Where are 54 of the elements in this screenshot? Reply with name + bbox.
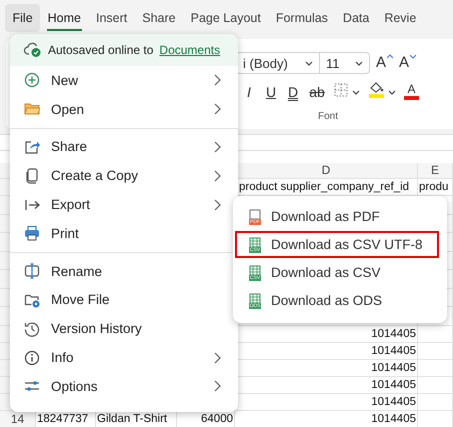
- printer-icon: [24, 225, 40, 242]
- ribbon-tab[interactable]: Formulas: [268, 4, 336, 32]
- menu-item[interactable]: Create a Copy: [10, 161, 232, 190]
- table-cell: [418, 342, 453, 360]
- menu-item[interactable]: Share: [10, 132, 232, 162]
- menu-item[interactable]: Info: [10, 343, 232, 372]
- italic-button[interactable]: I: [242, 83, 256, 101]
- table-cell: 1014405: [235, 410, 418, 427]
- chevron-down-icon: [388, 88, 396, 96]
- menu-item[interactable]: Open: [10, 94, 232, 124]
- table-cell: [418, 326, 453, 343]
- caret-down-icon: [410, 54, 416, 59]
- menu-item[interactable]: Options: [10, 372, 232, 401]
- ribbon-tab[interactable]: Home: [40, 4, 88, 32]
- status-text: Autosaved online to: [48, 43, 154, 57]
- table-cell: [418, 376, 453, 394]
- shrink-font-button[interactable]: A: [399, 54, 416, 72]
- strikethrough-button[interactable]: ab: [308, 83, 326, 101]
- menu-item[interactable]: Export: [10, 190, 232, 219]
- column-header: D: [235, 163, 418, 179]
- chevron-down-icon: [305, 60, 313, 66]
- menu-item[interactable]: Print: [10, 218, 232, 248]
- group-label: Font: [318, 111, 338, 122]
- chevron-down-icon: [355, 60, 363, 66]
- rename-icon: [24, 263, 40, 280]
- documents-link[interactable]: Documents: [159, 43, 220, 57]
- history-icon: [24, 320, 40, 337]
- folder-icon: [24, 101, 40, 118]
- copy-icon: [24, 168, 40, 184]
- menu-item[interactable]: Version History: [10, 314, 232, 344]
- caret-up-icon: [387, 54, 394, 59]
- column-header: E: [418, 163, 453, 179]
- underline-button[interactable]: U: [264, 83, 278, 101]
- grow-font-button[interactable]: A: [376, 54, 394, 72]
- font-size-dropdown[interactable]: 11: [320, 52, 370, 74]
- share-icon: [24, 138, 40, 155]
- menu-item[interactable]: New: [10, 66, 232, 95]
- ribbon-tab[interactable]: Revie: [376, 4, 424, 32]
- font-color-button[interactable]: A: [404, 82, 419, 102]
- file-tab[interactable]: File: [5, 4, 40, 32]
- double-underline-button[interactable]: D: [286, 83, 300, 101]
- menu-item[interactable]: Move File: [10, 286, 232, 314]
- plus-circle-icon: [24, 72, 40, 88]
- menu-item[interactable]: Rename: [10, 256, 232, 286]
- ribbon-tab[interactable]: Page Layout: [183, 4, 268, 32]
- table-cell: [418, 360, 453, 377]
- ribbon-tab[interactable]: Share: [134, 4, 184, 32]
- chevron-down-icon: [352, 88, 360, 96]
- info-icon: [24, 350, 40, 366]
- cloud-check-icon: [24, 42, 42, 58]
- ribbon-tab[interactable]: Insert: [88, 4, 135, 32]
- table-cell: [418, 394, 453, 411]
- ribbon-tab[interactable]: Data: [335, 4, 377, 32]
- row-header: 14: [0, 410, 36, 427]
